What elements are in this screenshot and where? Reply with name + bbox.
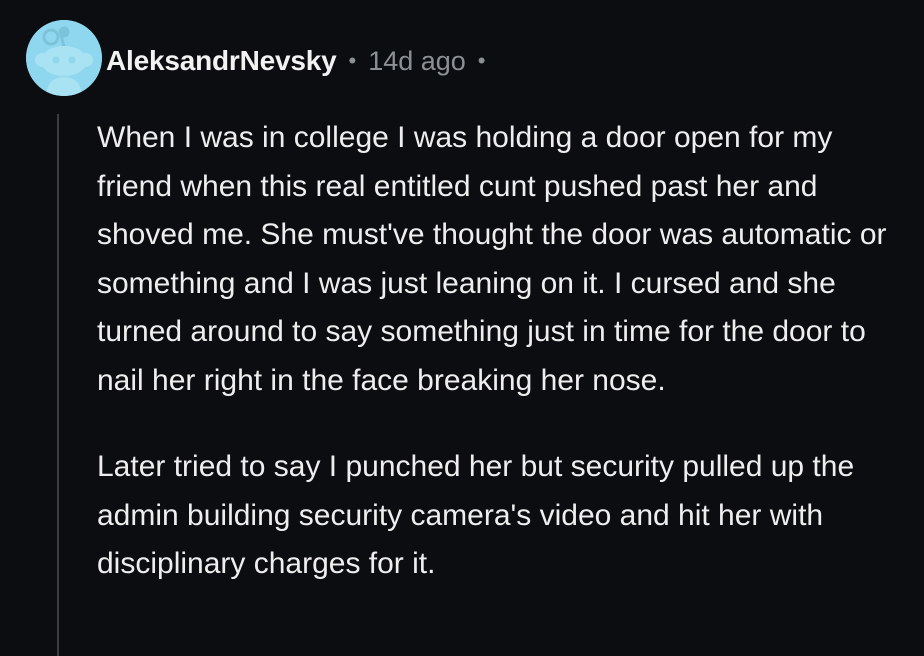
comment-paragraph: When I was in college I was holding a do… — [97, 121, 887, 397]
username-link[interactable]: AleksandrNevsky — [106, 45, 337, 77]
reddit-snoo-avatar-icon — [26, 20, 102, 96]
comment: AleksandrNevsky • 14d ago • When I was i… — [0, 0, 924, 656]
timestamp[interactable]: 14d ago — [368, 46, 466, 77]
separator-dot: • — [477, 48, 486, 73]
thread-line[interactable] — [57, 114, 59, 656]
comment-body: When I was in college I was holding a do… — [97, 114, 907, 589]
separator-dot: • — [348, 48, 357, 73]
avatar[interactable] — [26, 20, 102, 96]
comment-header: AleksandrNevsky • 14d ago • — [106, 41, 498, 81]
comment-paragraph: Later tried to say I punched her but sec… — [97, 450, 855, 580]
